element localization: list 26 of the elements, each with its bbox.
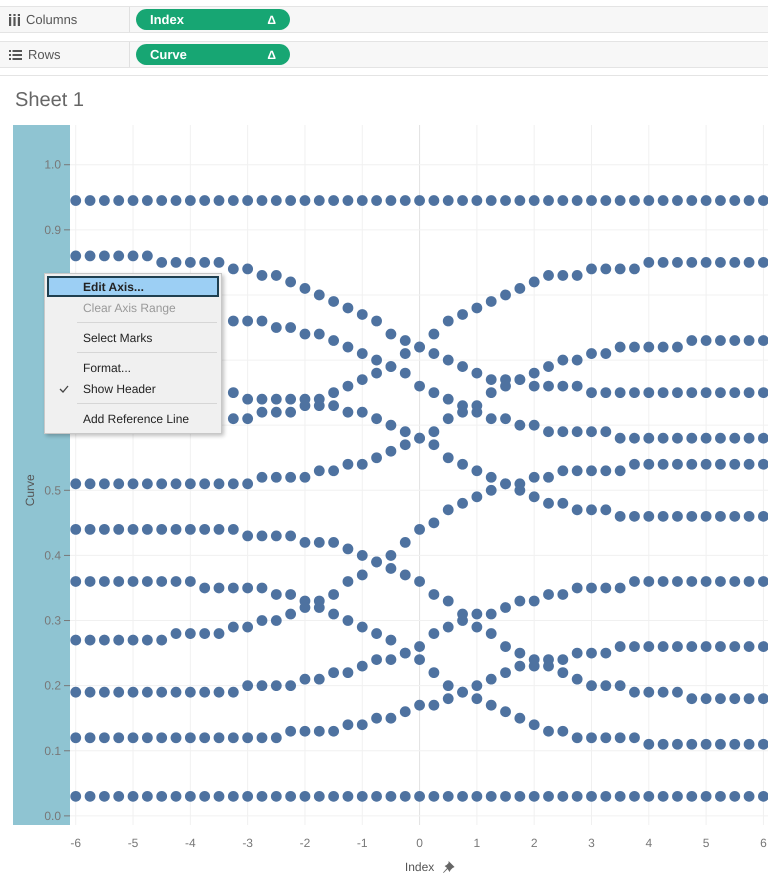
y-tick-label: 0.5 — [44, 483, 61, 498]
sheet-title: Sheet 1 — [15, 89, 84, 112]
x-tick-label: -4 — [185, 836, 196, 850]
x-tick-label: 1 — [474, 836, 480, 850]
x-axis-title: Index — [404, 860, 434, 874]
x-tick-label: -3 — [242, 836, 253, 850]
y-tick-label: 0.3 — [44, 614, 61, 628]
x-tick-label: 4 — [645, 836, 652, 850]
shelf-label: Rows — [28, 47, 61, 62]
y-tick-label: 0.9 — [44, 222, 61, 237]
x-tick-label: 6 — [760, 836, 767, 850]
x-tick-label: 0 — [416, 836, 423, 850]
y-axis-title: Curve — [23, 474, 37, 506]
x-tick-label: 5 — [702, 836, 710, 850]
y-tick-label: 0.0 — [44, 808, 61, 823]
shelf-label: Columns — [26, 12, 78, 27]
y-tick-label: 0.1 — [44, 744, 61, 758]
x-tick-label: 3 — [588, 836, 595, 850]
x-tick-label: 2 — [530, 836, 538, 850]
y-tick-label: 0.2 — [44, 678, 61, 693]
y-tick-label: 0.4 — [44, 548, 61, 562]
x-tick-label: -5 — [128, 836, 138, 850]
y-tick-label: 1.0 — [44, 158, 61, 172]
x-tick-label: -2 — [300, 836, 310, 850]
x-tick-label: -1 — [356, 836, 368, 850]
x-tick-label: -6 — [70, 836, 82, 850]
